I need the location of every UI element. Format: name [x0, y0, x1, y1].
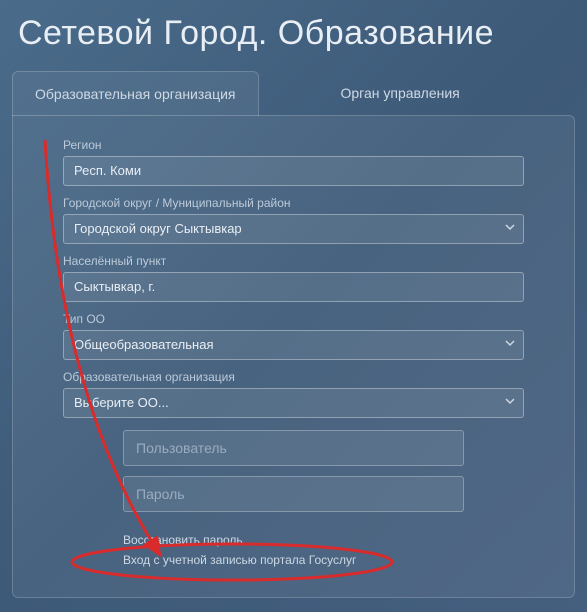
org-select[interactable]: Выберите ОО... — [63, 388, 524, 418]
login-panel: Регион Респ. Коми Городской округ / Муни… — [12, 115, 575, 598]
region-select[interactable]: Респ. Коми — [63, 156, 524, 186]
district-label: Городской округ / Муниципальный район — [63, 196, 524, 210]
username-input[interactable] — [123, 430, 464, 466]
district-select[interactable]: Городской округ Сыктывкар — [63, 214, 524, 244]
region-label: Регион — [63, 138, 524, 152]
gosuslugi-login-link[interactable]: Вход с учетной записью портала Госуслуг — [123, 550, 524, 570]
tabs: Образовательная организация Орган управл… — [0, 71, 587, 116]
orgtype-select[interactable]: Общеобразовательная — [63, 330, 524, 360]
locality-label: Населённый пункт — [63, 254, 524, 268]
password-input[interactable] — [123, 476, 464, 512]
locality-select[interactable]: Сыктывкар, г. — [63, 272, 524, 302]
orgtype-label: Тип ОО — [63, 312, 524, 326]
tab-org[interactable]: Образовательная организация — [12, 71, 259, 116]
app-title: Сетевой Город. Образование — [0, 0, 587, 71]
recover-password-link[interactable]: Восстановить пароль — [123, 530, 524, 550]
org-label: Образовательная организация — [63, 370, 524, 384]
tab-gov[interactable]: Орган управления — [319, 71, 482, 116]
